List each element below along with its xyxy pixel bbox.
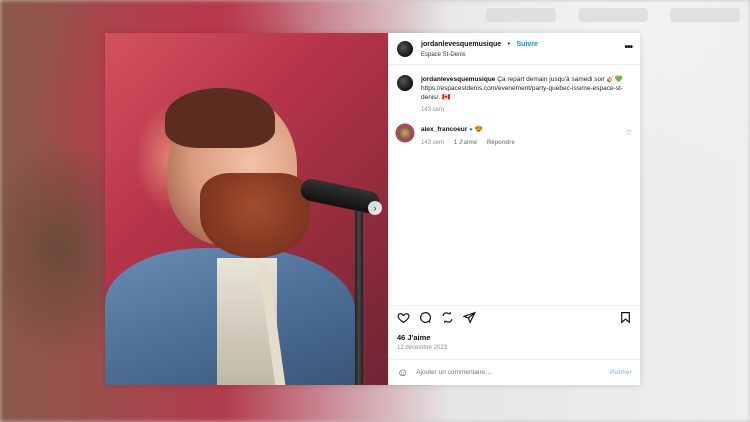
- like-comment-icon[interactable]: ♡: [626, 129, 632, 137]
- caption-author[interactable]: jordanlevesquemusique: [421, 76, 495, 83]
- comments-section: jordanlevesquemusique Ça repart demain j…: [389, 65, 640, 305]
- share-send-icon[interactable]: [462, 311, 477, 329]
- add-comment-bar: ☺ Publier: [389, 359, 640, 385]
- caption-age: 143 sem: [421, 107, 445, 113]
- comment-age: 143 sem: [421, 140, 445, 146]
- post-header: jordanlevesquemusique • Suivre Espace St…: [389, 33, 640, 65]
- comment-item: alex_francoeur ● 😍 143 sem 1 J'aime Répo…: [397, 125, 632, 146]
- post-sidebar: jordanlevesquemusique • Suivre Espace St…: [388, 33, 640, 385]
- bookmark-icon[interactable]: [619, 311, 632, 329]
- caption-author-avatar[interactable]: [397, 75, 413, 91]
- chevron-right-icon: ›: [373, 202, 377, 213]
- verified-badge-icon: ●: [469, 127, 473, 133]
- likes-count[interactable]: 46 J'aime: [389, 333, 640, 342]
- caption-text: Ça repart demain jusqu'à samedi soir 🎸💚: [497, 76, 623, 83]
- comment-likes[interactable]: 1 J'aime: [454, 140, 477, 146]
- author-avatar[interactable]: [397, 40, 413, 57]
- publish-button[interactable]: Publier: [610, 369, 632, 376]
- commenter-avatar[interactable]: [397, 125, 413, 141]
- comment-input[interactable]: [416, 369, 587, 376]
- repost-icon[interactable]: [441, 311, 454, 329]
- background-blurred-bar: [486, 8, 740, 22]
- more-options-icon[interactable]: •••: [624, 42, 632, 53]
- flag-emoji: 🇨🇦: [441, 94, 451, 101]
- commenter-username[interactable]: alex_francoeur: [421, 126, 467, 133]
- follow-button[interactable]: Suivre: [517, 41, 538, 48]
- author-username[interactable]: jordanlevesquemusique: [421, 41, 501, 48]
- next-photo-button[interactable]: ›: [368, 201, 382, 215]
- emoji-icon[interactable]: ☺: [397, 367, 408, 379]
- action-bar: [389, 305, 640, 333]
- photo-beard: [200, 173, 310, 258]
- post-photo: ›: [105, 33, 388, 385]
- reply-button[interactable]: Répondre: [487, 140, 515, 146]
- instagram-post-modal: › jordanlevesquemusique • Suivre Espace …: [105, 33, 640, 385]
- post-date: 12 décembre 2023: [397, 345, 448, 351]
- photo-mic-stand: [355, 211, 363, 385]
- post-location[interactable]: Espace St-Denis: [421, 50, 538, 60]
- separator-dot: •: [507, 41, 511, 48]
- comment-bubble-icon[interactable]: [419, 311, 432, 329]
- caption-link[interactable]: https://espacestdenis.com/evenement/part…: [421, 85, 623, 101]
- comment-text: 😍: [474, 126, 483, 133]
- like-heart-icon[interactable]: [397, 311, 410, 329]
- caption: jordanlevesquemusique Ça repart demain j…: [397, 75, 632, 113]
- photo-hair: [165, 88, 275, 148]
